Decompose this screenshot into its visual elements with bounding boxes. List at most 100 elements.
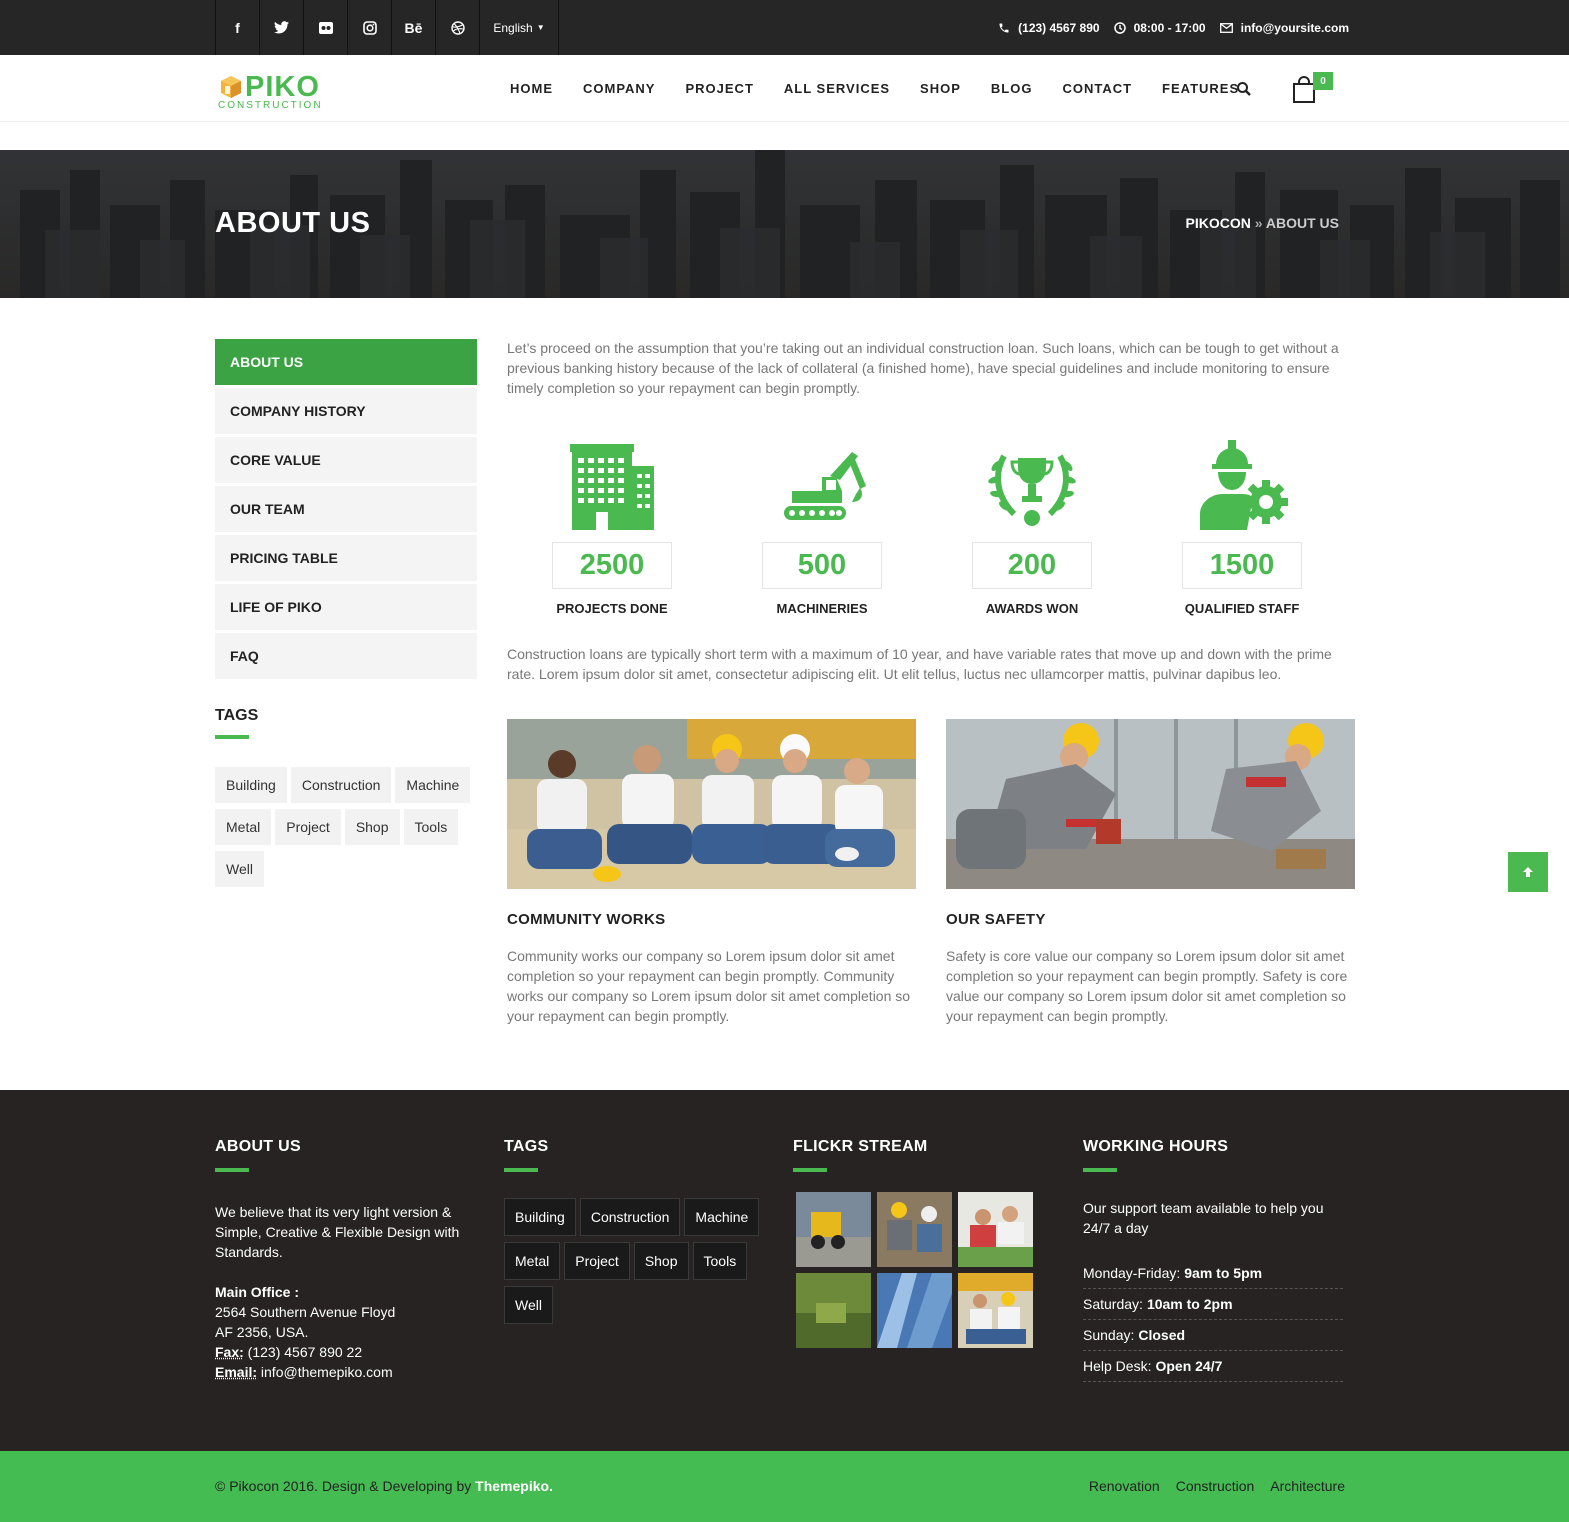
tag-tools[interactable]: Tools [403, 809, 459, 845]
instagram-icon[interactable] [348, 0, 392, 55]
contact-info: (123) 4567 890 08:00 - 17:00 info@yoursi… [998, 0, 1349, 55]
nav-all-services[interactable]: ALL SERVICES [784, 81, 890, 96]
tag-tools[interactable]: Tools [692, 1242, 748, 1280]
tag-well[interactable]: Well [504, 1286, 553, 1324]
tag-metal[interactable]: Metal [215, 809, 272, 845]
tag-shop[interactable]: Shop [633, 1242, 689, 1280]
stat-projects: 2500 PROJECTS DONE [507, 436, 717, 616]
phone-icon [999, 23, 1009, 32]
footer-about: ABOUT US We believe that its very light … [215, 1138, 465, 1382]
footer-about-text: We believe that its very light version &… [215, 1204, 460, 1260]
hours-time: Open 24/7 [1155, 1358, 1223, 1374]
nav-contact[interactable]: CONTACT [1062, 81, 1132, 96]
stat-label: AWARDS WON [985, 601, 1079, 616]
flickr-photo[interactable] [958, 1192, 1033, 1267]
email-value[interactable]: info@themepiko.com [257, 1364, 393, 1380]
nav-company[interactable]: COMPANY [583, 81, 655, 96]
flickr-photo[interactable] [877, 1192, 952, 1267]
site-logo[interactable]: PIKO CONSTRUCTION [217, 71, 337, 113]
main-nav: HOME COMPANY PROJECT ALL SERVICES SHOP B… [510, 55, 1239, 122]
cart-button[interactable]: 0 [1292, 72, 1336, 104]
stat-label: QUALIFIED STAFF [1184, 601, 1300, 616]
hours-row: Monday-Friday: 9am to 5pm [1083, 1258, 1343, 1289]
heading-underline [215, 735, 249, 739]
cart-count-badge: 0 [1313, 72, 1333, 90]
tag-building[interactable]: Building [215, 767, 287, 803]
tag-project[interactable]: Project [564, 1242, 630, 1280]
community-works-card: COMMUNITY WORKS Community works our comp… [507, 719, 916, 1026]
hours-list: Monday-Friday: 9am to 5pm Saturday: 10am t… [1083, 1258, 1343, 1382]
sidebar-item-life-of-piko[interactable]: LIFE OF PIKO [215, 584, 477, 630]
copyright-brand-link[interactable]: Themepiko. [475, 1478, 553, 1494]
building-icon [570, 444, 654, 530]
email-text: info@yoursite.com [1240, 20, 1349, 35]
breadcrumb-home[interactable]: PIKOCON [1185, 215, 1250, 231]
flickr-photo[interactable] [958, 1273, 1033, 1348]
hours-row: Help Desk: Open 24/7 [1083, 1351, 1343, 1382]
hours-intro: Our support team available to help you 2… [1083, 1200, 1324, 1236]
nav-home[interactable]: HOME [510, 81, 553, 96]
social-links: f Bē English ▼ [215, 0, 559, 55]
nav-features[interactable]: FEATURES [1162, 81, 1239, 96]
heading-underline [1083, 1168, 1117, 1172]
footer-link-construction[interactable]: Construction [1176, 1478, 1255, 1494]
sidebar-item-company-history[interactable]: COMPANY HISTORY [215, 388, 477, 434]
behance-icon[interactable]: Bē [392, 0, 436, 55]
email-info[interactable]: info@yoursite.com [1219, 20, 1349, 35]
tag-well[interactable]: Well [215, 851, 264, 887]
site-footer: ABOUT US We believe that its very light … [0, 1090, 1569, 1451]
tag-machine[interactable]: Machine [395, 767, 471, 803]
tag-building[interactable]: Building [504, 1198, 576, 1236]
nav-blog[interactable]: BLOG [991, 81, 1033, 96]
sidebar-item-our-team[interactable]: OUR TEAM [215, 486, 477, 532]
sidebar-item-pricing-table[interactable]: PRICING TABLE [215, 535, 477, 581]
sidebar-item-core-value[interactable]: CORE VALUE [215, 437, 477, 483]
stat-machineries: 500 MACHINERIES [717, 436, 927, 616]
scroll-to-top-button[interactable] [1508, 852, 1548, 892]
card-title: OUR SAFETY [946, 911, 1046, 928]
arrow-up-icon [1523, 867, 1533, 877]
hours-day: Saturday: [1083, 1296, 1143, 1312]
flickr-icon[interactable] [304, 0, 348, 55]
footer-tag-cloud: Building Construction Machine Metal Proj… [504, 1198, 774, 1324]
fax-label: Fax: [215, 1344, 244, 1360]
tag-metal[interactable]: Metal [504, 1242, 561, 1280]
language-selector[interactable]: English ▼ [480, 0, 559, 55]
footer-flickr: FLICKR STREAM [793, 1138, 1033, 1348]
stat-label: PROJECTS DONE [556, 601, 668, 616]
our-safety-photo[interactable] [946, 719, 1355, 889]
tag-construction[interactable]: Construction [290, 767, 392, 803]
twitter-icon[interactable] [260, 0, 304, 55]
sidebar-tag-cloud: Building Construction Machine Metal Proj… [215, 767, 480, 887]
footer-links: Renovation Construction Architecture [1089, 1478, 1345, 1494]
breadcrumb: PIKOCON » ABOUT US [1185, 215, 1339, 231]
tag-shop[interactable]: Shop [344, 809, 400, 845]
flickr-photo[interactable] [877, 1273, 952, 1348]
dribbble-icon[interactable] [436, 0, 480, 55]
hours-time: 10am to 2pm [1146, 1296, 1233, 1312]
envelope-icon [1219, 22, 1233, 33]
tag-construction[interactable]: Construction [579, 1198, 681, 1236]
flickr-photo[interactable] [796, 1273, 871, 1348]
search-icon[interactable] [1236, 81, 1252, 97]
footer-link-architecture[interactable]: Architecture [1270, 1478, 1345, 1494]
hours-day: Sunday: [1083, 1327, 1135, 1343]
tag-machine[interactable]: Machine [684, 1198, 760, 1236]
nav-project[interactable]: PROJECT [685, 81, 753, 96]
stat-value: 500 [762, 542, 882, 589]
community-works-photo[interactable] [507, 719, 916, 889]
footer-flickr-title: FLICKR STREAM [793, 1138, 928, 1155]
tag-project[interactable]: Project [275, 809, 341, 845]
footer-working-hours: WORKING HOURS Our support team available… [1083, 1138, 1343, 1382]
flickr-photo[interactable] [796, 1192, 871, 1267]
facebook-icon[interactable]: f [216, 0, 260, 55]
sidebar-item-faq[interactable]: FAQ [215, 633, 477, 679]
page-title: ABOUT US [215, 207, 371, 239]
hours-time: Closed [1138, 1327, 1186, 1343]
sidebar-item-about-us[interactable]: ABOUT US [215, 339, 477, 385]
footer-tags: TAGS Building Construction Machine Metal… [504, 1138, 774, 1324]
flickr-grid [796, 1192, 1033, 1348]
nav-shop[interactable]: SHOP [920, 81, 961, 96]
footer-link-renovation[interactable]: Renovation [1089, 1478, 1160, 1494]
caret-down-icon: ▼ [536, 23, 545, 32]
